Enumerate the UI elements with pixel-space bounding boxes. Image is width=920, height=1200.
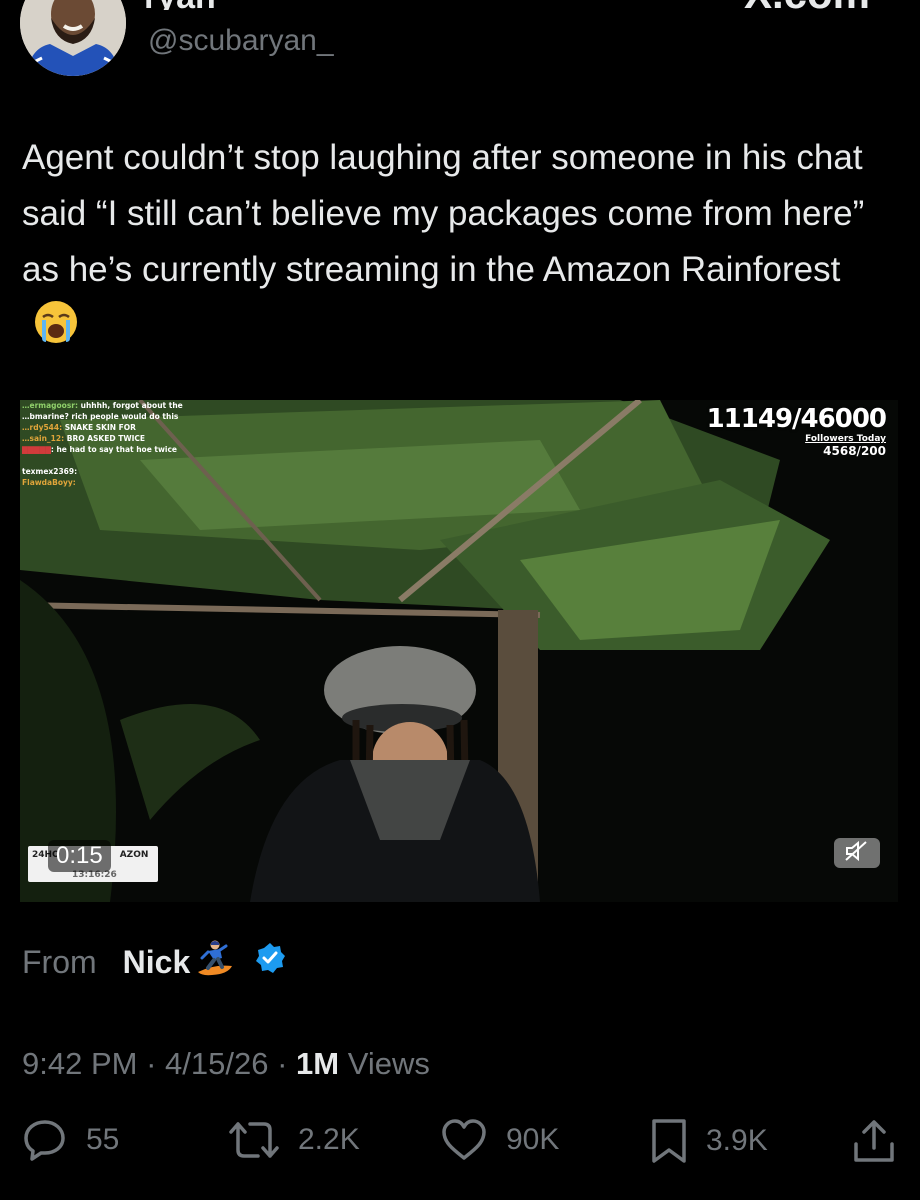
share-icon [852, 1118, 896, 1164]
stream-chat-overlay: …ermagoosr: uhhhh, forgot about the …bma… [22, 400, 242, 488]
mute-button[interactable] [834, 838, 880, 868]
video-source-attribution: From Nick [22, 938, 286, 986]
chat-line: …sain_12: BRO ASKED TWICE [22, 434, 146, 443]
chat-line: …bmarine? rich people would do this [22, 412, 179, 421]
followers-today-value: 4568/200 [823, 444, 886, 458]
tweet-body: Agent couldn’t stop laughing after someo… [22, 130, 882, 363]
video-elapsed-time: 0:15 [48, 840, 111, 872]
followers-today-label: Followers Today [805, 434, 886, 444]
like-button[interactable]: 90K [440, 1118, 559, 1162]
bookmark-count: 3.9K [706, 1124, 768, 1157]
bookmark-icon [650, 1118, 688, 1164]
verified-badge-icon [254, 942, 286, 982]
author-handle[interactable]: @scubaryan_ [148, 24, 334, 58]
source-account-name[interactable]: Nick [123, 944, 191, 981]
chat-line: ▇▇▇▇▇: he had to say that hoe twice [22, 445, 178, 454]
chat-line: FlawdaBoyy: [22, 478, 76, 487]
from-label: From [22, 943, 97, 980]
bookmark-button[interactable]: 3.9K [650, 1118, 768, 1164]
tweet-video[interactable]: …ermagoosr: uhhhh, forgot about the …bma… [20, 400, 898, 902]
reply-button[interactable]: 55 [22, 1118, 119, 1162]
chat-line [22, 455, 242, 466]
reply-icon [22, 1118, 68, 1162]
chat-line: …ermagoosr: uhhhh, forgot about the [22, 401, 183, 410]
tweet-action-bar: 55 2.2K 90K 3.9K [0, 1118, 920, 1174]
cropped-site-watermark: X.com [744, 0, 870, 10]
cropped-display-name: ryan [144, 0, 216, 10]
chat-line: texmex2369: [22, 467, 78, 476]
reply-count: 55 [86, 1123, 120, 1156]
repost-count: 2.2K [298, 1123, 360, 1156]
chat-line: …rdy544: SNAKE SKIN FOR [22, 423, 136, 432]
loudly-crying-face-icon [32, 298, 80, 363]
snowboarder-icon [194, 938, 234, 986]
tweet-meta: 9:42 PM · 4/15/26 · 1M Views [22, 1046, 430, 1081]
repost-button[interactable]: 2.2K [228, 1118, 360, 1162]
cropped-header: ryan X.com [130, 0, 890, 10]
follower-goal-count: 11149/46000 [706, 404, 887, 434]
share-button[interactable] [852, 1118, 896, 1164]
author-avatar[interactable] [20, 0, 126, 76]
like-count: 90K [506, 1123, 560, 1156]
tweet-date[interactable]: 4/15/26 [165, 1046, 268, 1081]
tweet-text: Agent couldn’t stop laughing after someo… [22, 138, 865, 289]
views-count: 1M [296, 1046, 340, 1081]
views-label: Views [339, 1046, 430, 1081]
speaker-muted-icon [844, 840, 870, 867]
repost-icon [228, 1118, 280, 1162]
heart-icon [440, 1118, 488, 1162]
follower-counter-overlay: 11149/46000 Followers Today 4568/200 [706, 404, 887, 458]
tweet-time[interactable]: 9:42 PM [22, 1046, 137, 1081]
